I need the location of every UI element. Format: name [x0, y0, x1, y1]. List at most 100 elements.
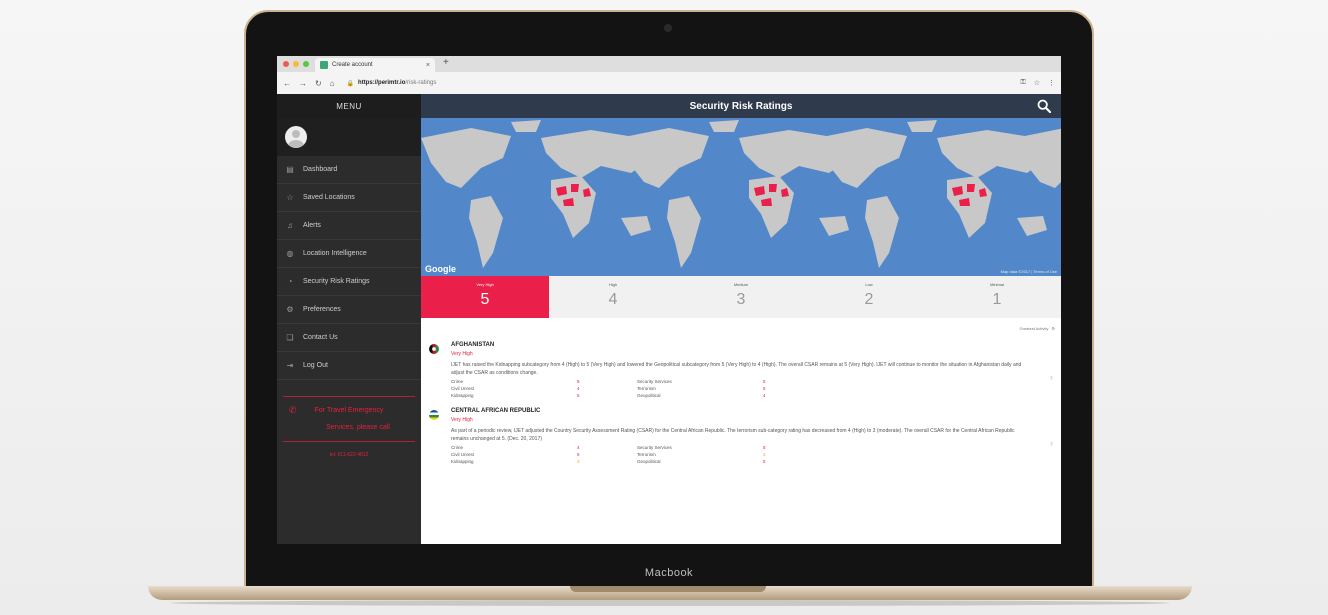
toolbar-actions: ⚿ ☆ ⋮	[1020, 79, 1055, 87]
flag-icon	[429, 344, 439, 354]
logout-icon: ⇥	[286, 361, 294, 370]
rating-label: High	[608, 282, 618, 287]
profile	[277, 118, 421, 156]
screen: Create account × + ← → ↻ ⌂ 🔒 https://per…	[277, 56, 1061, 544]
phone-icon: ✆	[289, 405, 297, 415]
subcategory-grid: Crime 4 Security Services 5 Civil Unrest 5 Ter…	[451, 445, 1033, 464]
kebab-menu-icon[interactable]: ⋮	[1048, 79, 1055, 87]
land-mass	[817, 128, 907, 188]
minimize-window-icon[interactable]	[293, 61, 299, 67]
sidebar-item-location-intelligence[interactable]: ◍ Location Intelligence	[277, 240, 421, 268]
sidebar-item-log-out[interactable]: ⇥ Log Out	[277, 352, 421, 380]
subcategory-value: 4	[577, 445, 580, 450]
rating-very-high[interactable]: Very High 5	[421, 276, 549, 318]
subcategory-value: 5	[577, 393, 580, 398]
sidebar-item-label: Dashboard	[303, 166, 338, 173]
sidebar-item-saved-locations[interactable]: ☆ Saved Locations	[277, 184, 421, 212]
subcategory-value: 4	[763, 393, 766, 398]
page-header: Security Risk Ratings	[421, 94, 1061, 118]
country-card[interactable]: AFGHANISTAN Very High IJET has raised the …	[421, 338, 1061, 404]
rating-low[interactable]: Low 2	[805, 276, 933, 318]
bookmark-star-icon[interactable]: ☆	[1034, 79, 1040, 87]
rating-label: Minimal	[990, 282, 1004, 287]
country-name: AFGHANISTAN	[451, 342, 495, 348]
land-mass	[667, 196, 701, 268]
subcategory-value: 3	[577, 459, 580, 464]
new-tab-button[interactable]: +	[443, 57, 449, 68]
very-high-risk-region[interactable]	[571, 184, 579, 192]
land-mass	[469, 196, 503, 268]
subcategory-value: 5	[763, 379, 766, 384]
subcategory-grid: Crime 5 Security Services 5 Civil Unrest 4 Ter…	[451, 379, 1033, 398]
sidebar-item-contact-us[interactable]: ❏ Contact Us	[277, 324, 421, 352]
sidebar-item-preferences[interactable]: ⚙ Preferences	[277, 296, 421, 324]
sidebar-item-label: Contact Us	[303, 334, 338, 341]
emergency-contact: ✆ For Travel Emergency Services, please …	[283, 396, 415, 442]
subcategory-value: 3	[763, 452, 766, 457]
sidebar-item-security-risk-ratings[interactable]: ◔ Security Risk Ratings	[277, 268, 421, 296]
world-map[interactable]: Google Map data ©2017 | Terms of Use	[421, 118, 1061, 276]
subcategory-value: 5	[577, 452, 580, 457]
avatar[interactable]	[285, 126, 307, 148]
map-tile	[619, 120, 851, 268]
subcategory-value: 5	[577, 379, 580, 384]
lock-icon: 🔒	[346, 80, 355, 87]
browser-tab[interactable]: Create account ×	[315, 58, 435, 72]
favicon-icon	[320, 61, 328, 69]
sort-control[interactable]: Greatest Activity ⚙	[421, 318, 1061, 338]
reload-icon[interactable]: ↻	[315, 79, 322, 88]
rating-value: 4	[608, 291, 618, 308]
subcategory-name: Kidnapping	[451, 393, 474, 398]
back-icon[interactable]: ←	[283, 79, 291, 88]
background: Create account × + ← → ↻ ⌂ 🔒 https://per…	[0, 0, 1328, 615]
country-card[interactable]: CENTRAL AFRICAN REPUBLIC Very High As part…	[421, 404, 1061, 470]
search-icon[interactable]	[1037, 99, 1051, 113]
very-high-risk-region[interactable]	[769, 184, 777, 192]
rating-value: 2	[864, 291, 874, 308]
country-level: Very High	[451, 351, 473, 357]
sort-label: Greatest Activity	[1019, 325, 1049, 331]
country-name: CENTRAL AFRICAN REPUBLIC	[451, 408, 541, 414]
subcategory-name: Kidnapping	[451, 459, 474, 464]
laptop-notch	[570, 586, 766, 592]
sidebar-item-label: Preferences	[303, 306, 341, 313]
laptop-shadow	[170, 600, 1170, 606]
map-tile	[817, 120, 1049, 268]
land-mass	[865, 196, 899, 268]
forward-icon[interactable]: →	[299, 79, 307, 88]
rating-high[interactable]: High 4	[549, 276, 677, 318]
emergency-line-1: For Travel Emergency	[314, 407, 384, 414]
sidebar: MENU ▤ Dashboard ☆ Saved Locations ♫ Alerts ◍ L…	[277, 94, 421, 544]
rating-medium[interactable]: Medium 3	[677, 276, 805, 318]
rating-minimal[interactable]: Minimal 1	[933, 276, 1061, 318]
subcategory-name: Civil Unrest	[451, 386, 475, 391]
sidebar-item-dashboard[interactable]: ▤ Dashboard	[277, 156, 421, 184]
emergency-phone[interactable]: tel: 011-622-4812	[277, 442, 421, 458]
tab-close-icon[interactable]: ×	[426, 62, 430, 69]
maximize-window-icon[interactable]	[303, 61, 309, 67]
rating-value: 3	[736, 291, 746, 308]
country-body: CENTRAL AFRICAN REPUBLIC Very High As part…	[451, 408, 1053, 464]
globe-icon: ◍	[286, 249, 294, 258]
subcategory-name: Civil Unrest	[451, 452, 475, 457]
subcategory-value: 4	[577, 386, 580, 391]
chevron-right-icon[interactable]: ›	[1050, 372, 1053, 382]
page-title: Security Risk Ratings	[689, 100, 793, 112]
address-bar[interactable]: 🔒 https://perimtr.io/risk-ratings	[347, 80, 437, 87]
land-mass	[819, 216, 849, 236]
key-icon[interactable]: ⚿	[1020, 79, 1025, 87]
sidebar-item-alerts[interactable]: ♫ Alerts	[277, 212, 421, 240]
land-mass	[709, 120, 739, 132]
very-high-risk-region[interactable]	[967, 184, 975, 192]
close-window-icon[interactable]	[283, 61, 289, 67]
home-icon[interactable]: ⌂	[330, 79, 335, 88]
rating-label: Medium	[733, 282, 749, 287]
app: MENU ▤ Dashboard ☆ Saved Locations ♫ Alerts ◍ L…	[277, 94, 1061, 544]
land-mass	[421, 128, 511, 188]
rating-value: 1	[992, 291, 1002, 308]
subcategory-name: Security Services	[637, 445, 672, 450]
rating-filter-bar: Very High 5 High 4 Medium 3 Low 2 Minimal 1	[421, 276, 1061, 318]
map-attribution[interactable]: Map data ©2017 | Terms of Use	[1001, 269, 1057, 274]
browser-tabbar: Create account × +	[277, 56, 1061, 72]
chevron-right-icon[interactable]: ›	[1050, 438, 1053, 448]
